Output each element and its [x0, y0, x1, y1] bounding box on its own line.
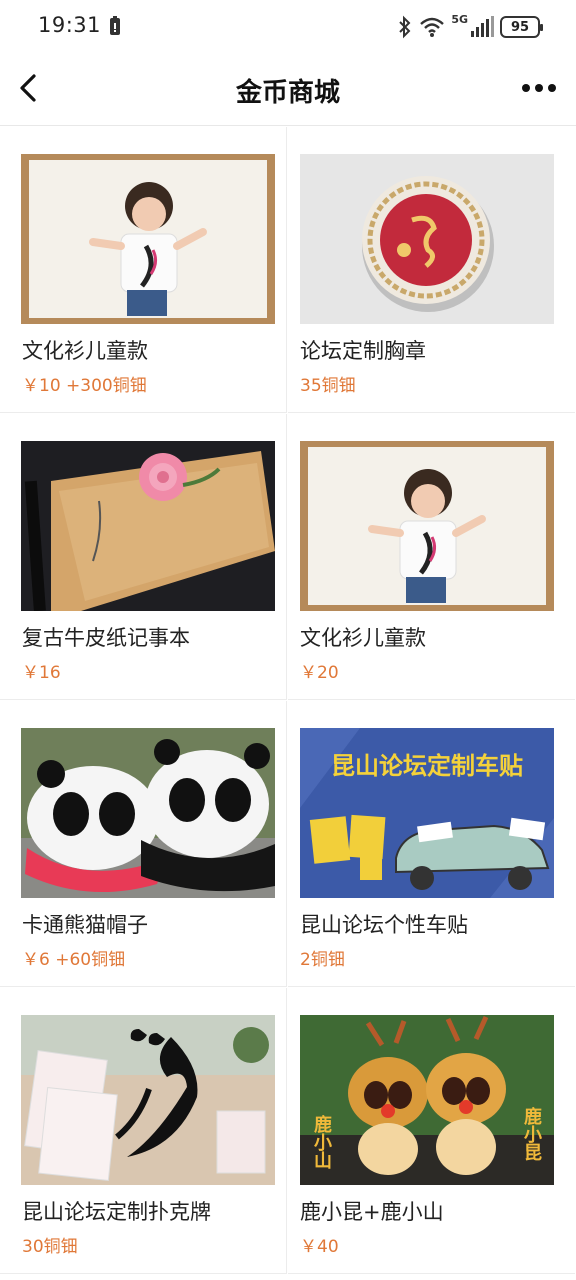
- nav-bar: 金币商城: [0, 54, 576, 126]
- product-card[interactable]: 复古牛皮纸记事本 ￥16: [0, 414, 287, 700]
- product-name: 昆山论坛定制扑克牌: [22, 1200, 211, 1224]
- product-price: ￥20: [300, 663, 339, 683]
- banner-text: 昆山论坛定制车贴: [331, 752, 523, 780]
- product-price: ￥16: [22, 663, 61, 683]
- product-name: 文化衫儿童款: [22, 339, 148, 363]
- product-image: [21, 154, 275, 324]
- wifi-icon: [420, 17, 445, 37]
- network-type: 5G: [451, 13, 468, 26]
- product-card[interactable]: 卡通熊猫帽子 ￥6 +60铜钿: [0, 701, 287, 987]
- product-price: ￥10 +300铜钿: [22, 376, 147, 396]
- deer-tag-right: 鹿小昆: [522, 1106, 542, 1161]
- product-image: [21, 1015, 275, 1185]
- product-image: [300, 441, 554, 611]
- product-price: ￥40: [300, 1237, 339, 1257]
- product-image: 昆山论坛定制车贴: [300, 728, 554, 898]
- deer-tag-left: 鹿小山: [312, 1114, 332, 1170]
- product-image: [300, 154, 554, 324]
- product-card[interactable]: 文化衫儿童款 ￥20: [288, 414, 575, 700]
- product-image: 鹿小山 鹿小昆: [300, 1015, 554, 1185]
- battery-level: 95: [510, 19, 530, 35]
- bluetooth-icon: [399, 15, 411, 39]
- page-title: 金币商城: [235, 78, 340, 108]
- status-time: 19:31: [38, 13, 102, 37]
- product-name: 卡通熊猫帽子: [22, 913, 148, 937]
- more-dots-icon[interactable]: [520, 76, 558, 100]
- product-card[interactable]: 鹿小山 鹿小昆 鹿小昆+鹿小山 ￥40: [288, 988, 575, 1274]
- product-card[interactable]: 昆山论坛定制扑克牌 30铜钿: [0, 988, 287, 1274]
- signal-icon: [471, 16, 494, 37]
- lock-icon: [110, 16, 120, 35]
- product-name: 昆山论坛个性车贴: [300, 913, 468, 937]
- status-bar: 19:31 5G 95: [0, 0, 576, 54]
- product-name: 文化衫儿童款: [300, 626, 426, 650]
- product-price: 2铜钿: [300, 950, 345, 970]
- product-price: ￥6 +60铜钿: [22, 950, 126, 970]
- product-card[interactable]: 文化衫儿童款 ￥10 +300铜钿: [0, 127, 287, 413]
- product-name: 复古牛皮纸记事本: [22, 626, 190, 650]
- status-icons: 5G 95: [397, 13, 543, 41]
- product-card[interactable]: 昆山论坛定制车贴 昆山论坛个性车贴 2铜钿: [288, 701, 575, 987]
- product-card[interactable]: 论坛定制胸章 35铜钿: [288, 127, 575, 413]
- product-name: 论坛定制胸章: [300, 339, 426, 363]
- product-image: [21, 441, 275, 611]
- battery-icon: 95: [500, 16, 543, 38]
- product-price: 35铜钿: [300, 376, 356, 396]
- product-name: 鹿小昆+鹿小山: [300, 1200, 444, 1224]
- product-image: [21, 728, 275, 898]
- product-price: 30铜钿: [22, 1237, 78, 1257]
